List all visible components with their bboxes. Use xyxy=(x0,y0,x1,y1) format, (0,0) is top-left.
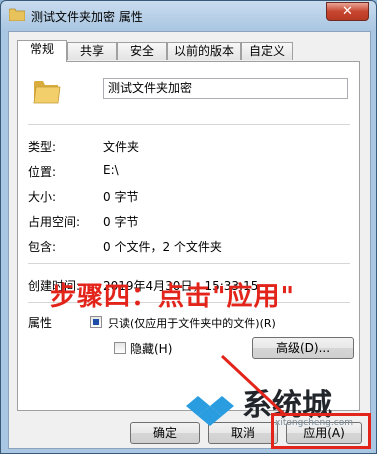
tab-security[interactable]: 安全 xyxy=(117,42,167,60)
tab-previous-versions[interactable]: 以前的版本 xyxy=(167,42,241,60)
type-label: 类型: xyxy=(28,140,57,154)
title-bar[interactable]: 测试文件夹加密 属性 ✕ xyxy=(1,1,376,31)
folder-icon xyxy=(9,8,25,21)
tab-general[interactable]: 常规 xyxy=(17,40,67,62)
divider xyxy=(28,124,350,125)
contains-label: 包含: xyxy=(28,240,57,254)
hidden-checkbox[interactable] xyxy=(114,342,126,354)
close-button[interactable]: ✕ xyxy=(326,2,369,21)
step-annotation: 步骤四：点击"应用" xyxy=(50,282,296,312)
divider xyxy=(28,263,350,264)
readonly-label: 只读(仅应用于文件夹中的文件)(R) xyxy=(108,317,276,330)
folder-name-input[interactable]: 测试文件夹加密 xyxy=(103,78,348,99)
folder-large-icon xyxy=(33,81,61,104)
window-title: 测试文件夹加密 属性 xyxy=(31,10,143,24)
contains-value: 0 个文件，2 个文件夹 xyxy=(103,240,222,254)
close-icon: ✕ xyxy=(342,4,353,19)
size-label: 大小: xyxy=(28,190,57,204)
attributes-label: 属性 xyxy=(28,316,53,330)
readonly-checkbox[interactable] xyxy=(90,316,102,328)
annotation-arrow xyxy=(220,354,286,416)
size-on-disk-value: 0 字节 xyxy=(103,215,139,229)
tab-customize[interactable]: 自定义 xyxy=(241,42,293,60)
apply-highlight-box xyxy=(271,413,371,449)
type-value: 文件夹 xyxy=(103,140,140,154)
location-value: E:\ xyxy=(103,163,119,177)
size-value: 0 字节 xyxy=(103,190,139,204)
hidden-label: 隐藏(H) xyxy=(130,342,173,356)
location-label: 位置: xyxy=(28,165,57,179)
tab-sharing[interactable]: 共享 xyxy=(67,42,117,60)
size-on-disk-label: 占用空间: xyxy=(28,215,81,229)
general-panel: 测试文件夹加密 类型: 文件夹 位置: E:\ 大小: 0 字节 占用空间: 0… xyxy=(17,61,360,411)
